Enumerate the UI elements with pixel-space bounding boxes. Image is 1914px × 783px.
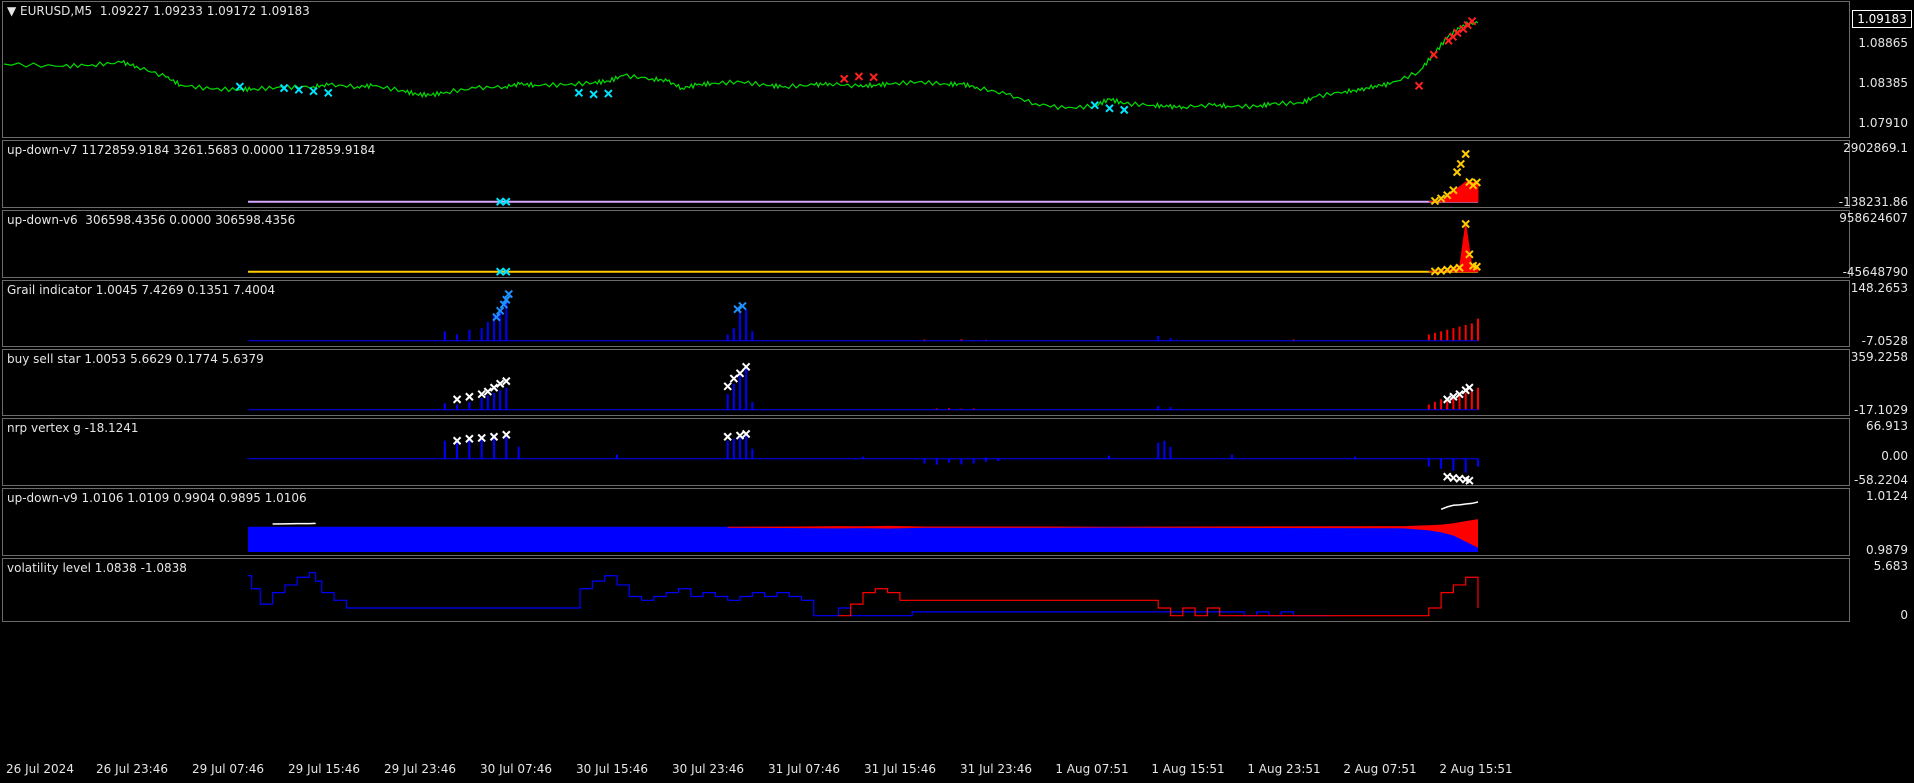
signal-marker [839,74,849,83]
signal-marker [489,383,499,392]
signal-marker [1453,28,1462,38]
signal-marker [1452,167,1462,177]
chart-plot-layer [3,17,1481,617]
band-area [248,526,1478,552]
signal-line [272,501,1479,525]
signal-marker [294,85,304,94]
signal-marker [723,432,732,441]
chart-window: ▼ EURUSD,M5 1.09227 1.09233 1.09172 1.09… [0,0,1914,783]
volatility-series-line [248,572,1331,617]
volatility-series-line [838,576,1479,617]
signal-marker [604,89,613,98]
signal-marker [574,88,584,97]
signal-marker [1443,472,1452,481]
signal-marker [1456,159,1465,169]
signal-marker [723,382,732,391]
signal-marker [465,392,474,401]
signal-marker [1429,50,1438,59]
signal-marker [1414,81,1424,90]
signal-marker [1105,104,1114,113]
signal-marker [589,90,598,99]
signal-marker [854,72,864,81]
signal-marker [279,83,289,93]
signal-marker [452,395,462,404]
price-line [3,20,1479,111]
signal-marker [1461,149,1470,159]
signal-marker [869,73,878,82]
signal-marker [309,87,318,96]
signal-marker [324,88,333,97]
signal-marker [1120,105,1129,115]
